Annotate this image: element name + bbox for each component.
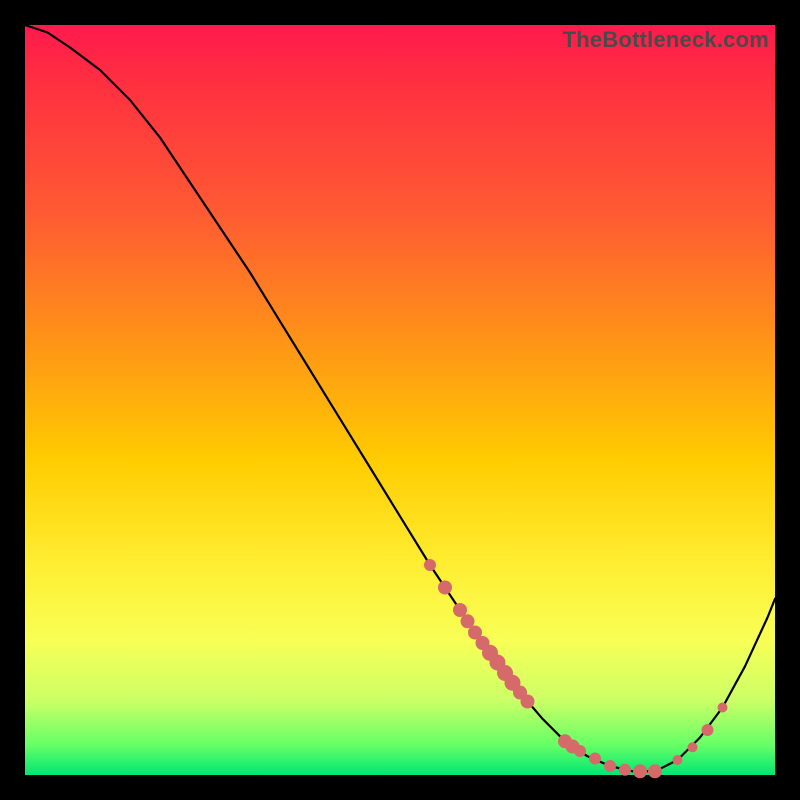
bottleneck-curve <box>25 25 775 771</box>
curve-marker <box>574 745 586 757</box>
curve-marker <box>521 695 535 709</box>
curve-marker <box>604 760 616 772</box>
curve-marker <box>673 755 683 765</box>
curve-marker <box>688 742 698 752</box>
curve-marker <box>633 764 647 778</box>
curve-marker <box>589 753 601 765</box>
curve-marker <box>619 764 631 776</box>
curve-marker <box>424 559 436 571</box>
curve-marker <box>702 724 714 736</box>
curve-marker <box>438 581 452 595</box>
chart-overlay <box>25 25 775 775</box>
curve-marker <box>718 703 728 713</box>
chart-frame: TheBottleneck.com <box>25 25 775 775</box>
curve-marker <box>648 764 662 778</box>
curve-markers <box>424 559 728 778</box>
